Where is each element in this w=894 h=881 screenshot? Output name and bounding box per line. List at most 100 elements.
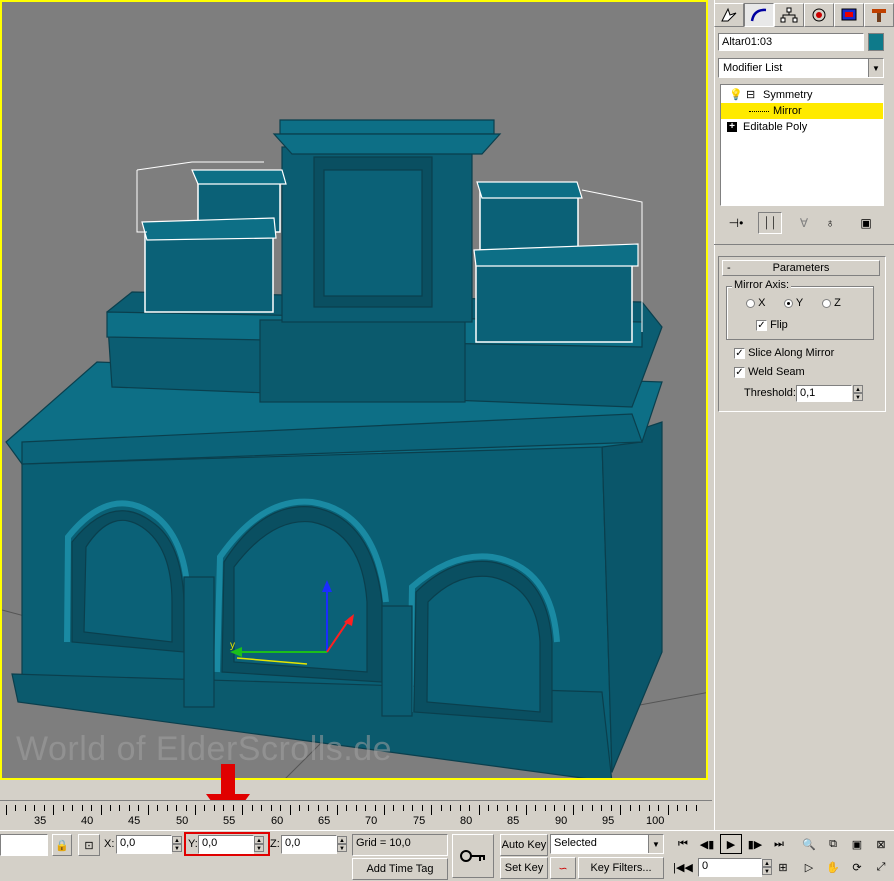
show-end-result-button[interactable]: ⏐⏐ xyxy=(758,212,782,234)
x-coordinate-input[interactable]: 0,0 xyxy=(116,835,172,854)
ruler-tick xyxy=(6,805,7,815)
current-frame-input[interactable]: 0 xyxy=(698,858,762,877)
weld-seam-checkbox[interactable]: ✓ Weld Seam xyxy=(734,366,805,378)
utilities-tab[interactable] xyxy=(864,3,894,27)
axis-y-radio[interactable]: Y xyxy=(784,297,803,309)
ruler-tick xyxy=(412,805,414,811)
frame-spinner[interactable]: ▲ ▼ xyxy=(762,859,772,875)
configure-sets-button[interactable]: ▣ xyxy=(854,212,878,234)
display-tab[interactable] xyxy=(834,3,864,27)
make-unique-button[interactable]: ∀ xyxy=(792,212,816,234)
ruler-tick xyxy=(469,805,471,811)
chevron-down-icon[interactable]: ▼ xyxy=(868,59,883,77)
scene-render: y xyxy=(2,119,706,778)
z-coordinate-input[interactable]: 0,0 xyxy=(281,835,337,854)
ruler-tick xyxy=(459,805,461,811)
remove-modifier-button[interactable]: ♁ xyxy=(818,212,842,234)
ruler-tick xyxy=(251,805,253,811)
altar-model xyxy=(5,119,663,778)
absolute-mode-button[interactable]: ⊡ xyxy=(78,834,100,856)
threshold-spinner[interactable]: ▲ ▼ xyxy=(853,385,863,401)
selected-value: Selected xyxy=(554,837,597,849)
ruler-tick xyxy=(610,805,612,811)
ruler-tick xyxy=(591,805,593,811)
object-color-swatch[interactable] xyxy=(868,33,884,51)
zoom-extents-button[interactable]: ▣ xyxy=(846,834,868,854)
ruler-tick xyxy=(582,805,584,811)
slice-along-mirror-checkbox[interactable]: ✓ Slice Along Mirror xyxy=(734,347,834,359)
ruler-tick xyxy=(431,805,433,815)
axis-z-radio[interactable]: Z xyxy=(822,297,841,309)
lightbulb-icon[interactable]: 💡 xyxy=(729,87,743,103)
flip-checkbox[interactable]: ✓ Flip xyxy=(756,319,788,331)
chevron-down-icon[interactable]: ▼ xyxy=(648,835,663,853)
pan-button[interactable]: ✋ xyxy=(822,857,844,877)
remove-modifier-icon: ♁ xyxy=(825,216,835,230)
set-key-button[interactable]: Set Key xyxy=(500,857,548,879)
create-tab[interactable] xyxy=(714,3,744,27)
ruler-tick xyxy=(336,805,338,815)
add-time-tag-button[interactable]: Add Time Tag xyxy=(352,858,448,880)
zoom-all-button[interactable]: ⧉ xyxy=(822,834,844,854)
ruler-tick xyxy=(440,805,442,811)
mirror-axis-label: Mirror Axis: xyxy=(732,279,791,291)
field-of-view-button[interactable]: ▷ xyxy=(798,857,820,877)
radio-x[interactable] xyxy=(746,298,755,308)
collapse-icon[interactable]: ⊟ xyxy=(746,87,755,103)
rollout-toggle[interactable]: - xyxy=(727,261,731,275)
pin-stack-button[interactable]: ⊣• xyxy=(724,212,748,234)
tick-label: 45 xyxy=(128,815,141,827)
modifier-list-label: Modifier List xyxy=(723,62,783,74)
time-configuration-button[interactable]: ⊞ xyxy=(772,857,794,877)
motion-tab[interactable] xyxy=(804,3,834,27)
z-spinner[interactable]: ▲ ▼ xyxy=(337,836,347,852)
previous-frame-button[interactable]: ◀▮ xyxy=(696,834,718,854)
parameters-rollout-header[interactable]: - Parameters xyxy=(722,260,880,276)
axis-x-radio[interactable]: X xyxy=(746,297,765,309)
tick-label: 70 xyxy=(365,815,378,827)
stack-item-mirror[interactable]: Mirror xyxy=(721,103,883,119)
key-selection-dropdown[interactable]: Selected ▼ xyxy=(550,834,664,854)
zoom-extents-icon: ▣ xyxy=(851,838,863,851)
modifier-stack[interactable]: 💡 ⊟ Symmetry Mirror + Editable Poly xyxy=(720,84,884,206)
ruler-tick xyxy=(384,805,385,815)
auto-key-button[interactable]: Auto Key xyxy=(500,834,548,856)
ruler-tick xyxy=(573,805,574,815)
threshold-input[interactable]: 0,1 xyxy=(796,385,852,402)
expand-icon[interactable]: + xyxy=(727,122,737,132)
object-name-field[interactable]: Altar01:03 xyxy=(718,33,864,51)
modify-tab[interactable] xyxy=(744,3,774,27)
arc-rotate-icon: ⟳ xyxy=(852,861,862,874)
key-mode-button[interactable]: ∽ xyxy=(550,857,576,879)
ruler-tick xyxy=(81,805,83,811)
radio-z[interactable] xyxy=(822,298,831,308)
set-key-big-button[interactable] xyxy=(452,834,494,878)
radio-y[interactable] xyxy=(784,298,793,308)
perspective-viewport[interactable]: y World of ElderScrolls.de xyxy=(0,0,708,780)
zoom-extents-all-button[interactable]: ⊠ xyxy=(870,834,892,854)
x-spinner[interactable]: ▲ ▼ xyxy=(172,836,182,852)
modifier-list-dropdown[interactable]: Modifier List ▼ xyxy=(718,58,884,78)
weld-check[interactable]: ✓ xyxy=(734,366,745,378)
key-mode-toggle[interactable]: |◀◀ xyxy=(672,857,694,877)
zoom-button[interactable]: 🔍 xyxy=(798,834,820,854)
ruler-tick xyxy=(525,805,527,815)
hierarchy-tab[interactable] xyxy=(774,3,804,27)
ruler-tick xyxy=(506,805,508,811)
play-button[interactable]: ▶ xyxy=(720,834,742,854)
flip-check[interactable]: ✓ xyxy=(756,319,767,331)
arc-rotate-button[interactable]: ⟳ xyxy=(846,857,868,877)
ruler-tick xyxy=(365,805,367,811)
next-frame-button[interactable]: ▮▶ xyxy=(744,834,766,854)
selection-lock-button[interactable]: 🔒 xyxy=(52,834,72,856)
go-to-end-button[interactable]: ⏭ xyxy=(768,834,790,854)
stack-item-symmetry[interactable]: 💡 ⊟ Symmetry xyxy=(721,87,883,103)
slice-check[interactable]: ✓ xyxy=(734,347,745,359)
key-filters-button[interactable]: Key Filters... xyxy=(578,857,664,879)
maximize-viewport-button[interactable]: ⤢ xyxy=(870,857,892,877)
create-icon xyxy=(721,7,737,22)
go-to-start-button[interactable]: ⏮ xyxy=(672,834,694,854)
previous-frame-icon: ◀▮ xyxy=(699,838,715,851)
ruler-tick xyxy=(147,805,149,815)
stack-item-editable-poly[interactable]: + Editable Poly xyxy=(721,119,883,135)
